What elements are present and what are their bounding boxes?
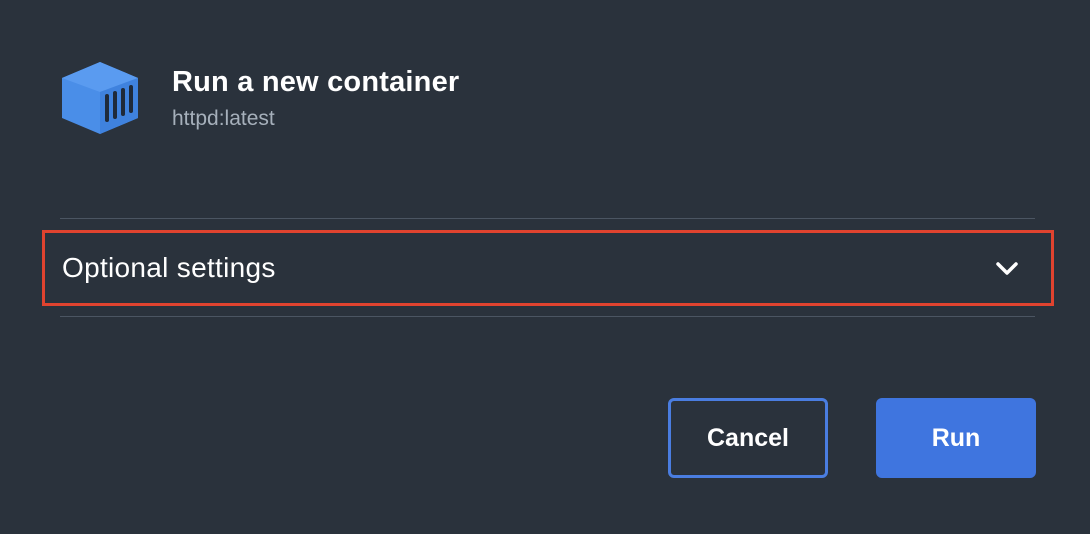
dialog-title: Run a new container: [172, 66, 460, 98]
run-container-dialog: Run a new container httpd:latest Optiona…: [0, 0, 1090, 534]
cancel-button[interactable]: Cancel: [668, 398, 828, 478]
chevron-down-icon[interactable]: [993, 254, 1021, 282]
run-button[interactable]: Run: [876, 398, 1036, 478]
divider-top: [60, 218, 1035, 219]
optional-settings-accordion[interactable]: Optional settings: [42, 230, 1054, 306]
container-icon: [62, 62, 138, 134]
image-name: httpd:latest: [172, 107, 275, 130]
header-text: Run a new container httpd:latest: [172, 64, 459, 132]
dialog-header: Run a new container httpd:latest: [58, 60, 459, 136]
divider-bottom: [60, 316, 1035, 317]
optional-settings-label: Optional settings: [62, 252, 276, 283]
